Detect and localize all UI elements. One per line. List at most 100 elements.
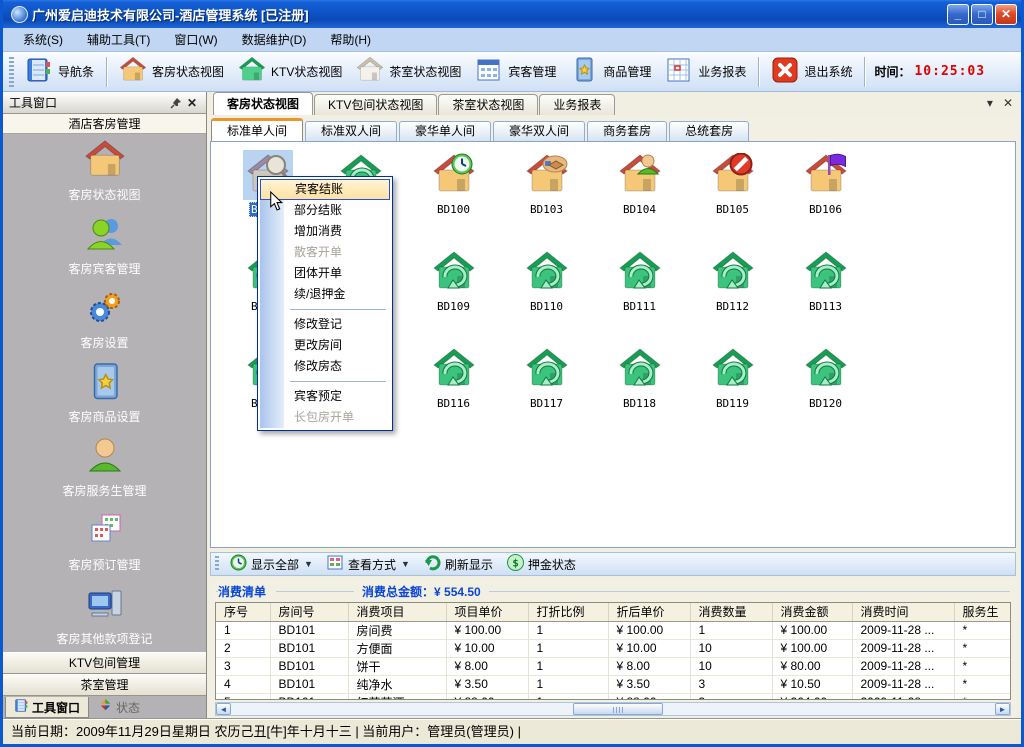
view-toolbar-button-refresh-display[interactable]: 刷新显示 [417,553,500,575]
room-vacant-icon [615,344,665,394]
sidebar-item-room-status-view[interactable]: 客房状态视图 [3,134,206,208]
scroll-right-icon[interactable]: ► [995,703,1010,715]
room-BD118[interactable]: BD118 [593,344,686,441]
column-header[interactable]: 项目单价 [446,603,528,621]
toolbar-button-ktv-status-view[interactable]: KTV状态视图 [231,53,349,90]
close-button[interactable]: ✕ [995,4,1017,25]
close-icon[interactable]: ✕ [184,95,200,111]
context-menu-item-add-consumption[interactable]: 增加消费 [260,221,390,242]
sidebar-tab-tool-window[interactable]: 工具窗口 [5,697,89,718]
table-row[interactable]: 3BD101饼干¥ 8.001¥ 8.0010¥ 80.002009-11-28… [216,657,1011,675]
sidebar-item-room-settings[interactable]: 客房设置 [3,282,206,356]
room-BD116[interactable]: BD116 [407,344,500,441]
column-header[interactable]: 消费数量 [690,603,772,621]
room-BD120[interactable]: BD120 [779,344,872,441]
consumption-title: 消费清单 [218,583,276,600]
title-bar[interactable]: 广州爱启迪技术有限公司-酒店管理系统 [已注册] _ □ ✕ [3,0,1021,28]
context-menu: 宾客结账部分结账增加消费散客开单团体开单续/退押金修改登记更改房间修改房态宾客预… [257,176,393,431]
column-header[interactable]: 消费时间 [852,603,954,621]
sidebar-item-room-other-fees[interactable]: 客房其他款项登记 [3,578,206,652]
viewmode-icon [327,554,344,574]
column-header[interactable]: 序号 [216,603,270,621]
column-header[interactable]: 服务生 [954,603,1011,621]
tab-std-single[interactable]: 标准单人间 [211,118,303,141]
context-menu-item-modify-room-state[interactable]: 修改房态 [260,356,390,377]
view-toolbar-button-show-all[interactable]: 显示全部▼ [223,553,320,575]
sidebar-group-tearoom-mgmt[interactable]: 茶室管理 [3,674,206,696]
menu-item-system[interactable]: 系统(S) [11,29,75,51]
tab-std-double[interactable]: 标准双人间 [305,121,397,141]
toolbar-button-goods-mgmt[interactable]: 商品管理 [563,53,658,90]
exit-icon [771,56,799,87]
context-menu-item-change-room[interactable]: 更改房间 [260,335,390,356]
room-flag-icon [801,150,851,200]
view-toolbar-button-view-mode[interactable]: 查看方式▼ [320,553,417,575]
room-BD111[interactable]: BD111 [593,247,686,344]
horizontal-scrollbar[interactable]: ◄ ► [215,702,1011,716]
chevron-down-icon[interactable]: ▼ [304,559,313,569]
room-BD106[interactable]: BD106 [779,150,872,247]
chevron-down-icon[interactable]: ▾ [987,96,993,110]
table-row[interactable]: 1BD101房间费¥ 100.001¥ 100.001¥ 100.002009-… [216,621,1011,639]
view-toolbar-button-deposit-status[interactable]: $押金状态 [500,553,583,575]
menu-item-help[interactable]: 帮助(H) [318,29,383,51]
room-BD119[interactable]: BD119 [686,344,779,441]
room-BD104[interactable]: BD104 [593,150,686,247]
tab-tearoom-status-view[interactable]: 茶室状态视图 [438,94,538,115]
scrollbar-thumb[interactable] [573,703,663,715]
table-row[interactable]: 4BD101纯净水¥ 3.501¥ 3.503¥ 10.502009-11-28… [216,675,1011,693]
column-header[interactable]: 折后单价 [608,603,690,621]
room-BD103[interactable]: BD103 [500,150,593,247]
menu-item-data-maintain[interactable]: 数据维护(D) [230,29,319,51]
column-header[interactable]: 房间号 [270,603,348,621]
column-header[interactable]: 消费金额 [772,603,852,621]
toolbar-button-navigator[interactable]: 导航条 [18,53,101,90]
room-BD109[interactable]: BD109 [407,247,500,344]
chevron-down-icon[interactable]: ▼ [401,559,410,569]
maximize-button[interactable]: □ [971,4,993,25]
scroll-left-icon[interactable]: ◄ [216,703,231,715]
tab-president-suite[interactable]: 总统套房 [669,121,749,141]
sidebar-group-ktv-room-mgmt[interactable]: KTV包间管理 [3,652,206,674]
room-BD112[interactable]: BD112 [686,247,779,344]
sidebar-tab-status[interactable]: 状态 [89,697,149,718]
room-BD117[interactable]: BD117 [500,344,593,441]
sidebar-item-room-waiter-mgmt[interactable]: 客房服务生管理 [3,430,206,504]
toolbar-button-guest-mgmt[interactable]: 宾客管理 [468,53,563,90]
minimize-button[interactable]: _ [947,4,969,25]
tab-business-report[interactable]: 业务报表 [539,94,615,115]
toolbar-grip[interactable] [9,57,14,87]
deposit-icon: $ [507,554,524,574]
pin-icon[interactable] [168,95,184,111]
column-header[interactable]: 打折比例 [528,603,608,621]
close-tab-icon[interactable]: ✕ [1003,96,1013,110]
toolbar-button-business-report[interactable]: 业务报表 [658,53,753,90]
sidebar-item-room-booking-mgmt[interactable]: 客房预订管理 [3,504,206,578]
tab-deluxe-single[interactable]: 豪华单人间 [399,121,491,141]
toolbar-button-tearoom-status-view[interactable]: 茶室状态视图 [349,53,468,90]
room-BD100[interactable]: BD100 [407,150,500,247]
context-menu-item-group-open-bill[interactable]: 团体开单 [260,263,390,284]
context-menu-item-modify-registration[interactable]: 修改登记 [260,314,390,335]
sidebar-item-room-guest-mgmt[interactable]: 客房宾客管理 [3,208,206,282]
tab-ktv-room-status-view[interactable]: KTV包间状态视图 [314,94,437,115]
tab-deluxe-double[interactable]: 豪华双人间 [493,121,585,141]
sidebar-item-room-goods-settings[interactable]: 客房商品设置 [3,356,206,430]
table-row[interactable]: 2BD101方便面¥ 10.001¥ 10.0010¥ 100.002009-1… [216,639,1011,657]
column-header[interactable]: 消费项目 [348,603,446,621]
room-BD113[interactable]: BD113 [779,247,872,344]
room-BD105[interactable]: BD105 [686,150,779,247]
toolbar-button-exit-system[interactable]: 退出系统 [764,53,859,90]
view-toolbar-grip[interactable] [215,556,219,572]
context-menu-item-guest-reserve[interactable]: 宾客预定 [260,386,390,407]
toolbar-button-room-status-view[interactable]: 客房状态视图 [112,53,231,90]
context-menu-item-renew-refund-deposit[interactable]: 续/退押金 [260,284,390,305]
consumption-table: 序号房间号消费项目项目单价打折比例折后单价消费数量消费金额消费时间服务生1BD1… [216,603,1011,700]
room-BD110[interactable]: BD110 [500,247,593,344]
table-row[interactable]: 5BD101红葡萄酒¥ 88.001¥ 88.003¥ 264.002009-1… [216,693,1011,700]
menu-item-window[interactable]: 窗口(W) [162,29,229,51]
tab-business-suite[interactable]: 商务套房 [587,121,667,141]
menu-item-aux-tools[interactable]: 辅助工具(T) [75,29,162,51]
sidebar-group-title: 酒店客房管理 [3,114,206,134]
tab-room-status-view[interactable]: 客房状态视图 [213,92,313,115]
